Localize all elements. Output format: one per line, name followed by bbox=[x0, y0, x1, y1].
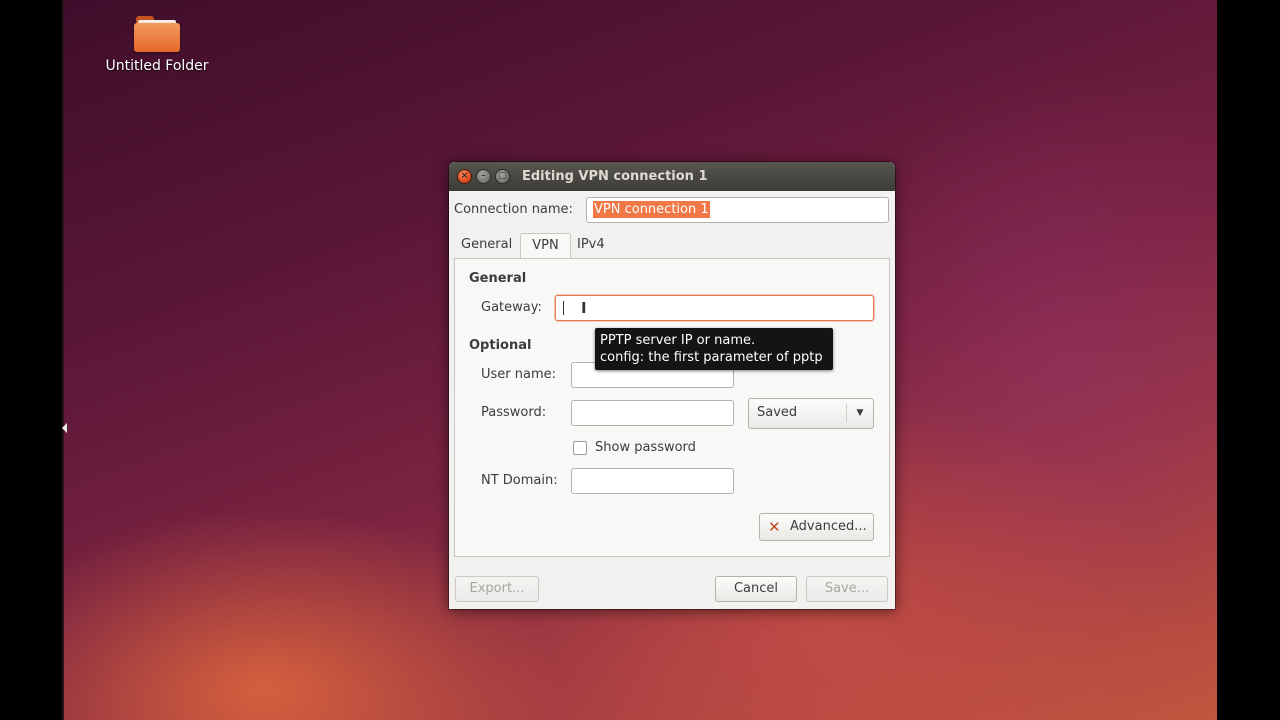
ibeam-cursor-icon: I bbox=[581, 299, 587, 317]
general-section-heading: General bbox=[469, 271, 527, 286]
maximize-icon: □ bbox=[498, 171, 507, 181]
save-button[interactable]: Save... bbox=[806, 576, 888, 602]
show-password-checkbox[interactable] bbox=[573, 441, 587, 455]
tooltip-line-1: PPTP server IP or name. bbox=[600, 333, 756, 348]
export-button[interactable]: Export... bbox=[455, 576, 539, 602]
password-label: Password: bbox=[481, 405, 547, 420]
password-input[interactable] bbox=[571, 400, 734, 426]
connection-name-input[interactable]: VPN connection 1 bbox=[586, 197, 889, 223]
window-title: Editing VPN connection 1 bbox=[522, 169, 708, 184]
connection-name-value: VPN connection 1 bbox=[593, 201, 710, 218]
dropdown-arrow-icon: ▼ bbox=[846, 404, 873, 422]
vpn-editor-window: × – □ Editing VPN connection 1 Connectio… bbox=[449, 162, 895, 609]
launcher-edge bbox=[62, 0, 64, 720]
password-storage-select[interactable]: Saved ▼ bbox=[748, 398, 874, 429]
gateway-label: Gateway: bbox=[481, 300, 542, 315]
window-titlebar[interactable]: × – □ Editing VPN connection 1 bbox=[449, 162, 895, 191]
close-icon: × bbox=[460, 171, 469, 181]
maximize-button[interactable]: □ bbox=[496, 170, 509, 183]
nt-domain-label: NT Domain: bbox=[481, 473, 558, 488]
close-button[interactable]: × bbox=[458, 170, 471, 183]
cancel-button[interactable]: Cancel bbox=[715, 576, 797, 602]
desktop-icon-untitled-folder[interactable]: Untitled Folder bbox=[104, 14, 210, 74]
minimize-button[interactable]: – bbox=[477, 170, 490, 183]
gateway-tooltip: PPTP server IP or name. config: the firs… bbox=[595, 328, 833, 370]
launcher-reveal-arrow-icon bbox=[62, 423, 67, 433]
nt-domain-input[interactable] bbox=[571, 468, 734, 494]
desktop-icon-label: Untitled Folder bbox=[105, 58, 209, 74]
tooltip-line-2: config: the first parameter of pptp bbox=[600, 350, 823, 365]
gateway-input[interactable] bbox=[555, 295, 874, 321]
advanced-button-label: Advanced... bbox=[790, 519, 867, 534]
minimize-icon: – bbox=[481, 171, 486, 181]
folder-icon bbox=[134, 14, 180, 52]
text-caret bbox=[563, 301, 564, 315]
tab-vpn[interactable]: VPN bbox=[520, 233, 571, 260]
advanced-button[interactable]: ✕ Advanced... bbox=[759, 513, 874, 541]
tab-general[interactable]: General bbox=[455, 233, 518, 259]
optional-section-heading: Optional bbox=[469, 338, 532, 353]
username-label: User name: bbox=[481, 367, 557, 382]
show-password-label[interactable]: Show password bbox=[595, 440, 696, 455]
connection-name-label: Connection name: bbox=[454, 202, 573, 217]
password-storage-value: Saved bbox=[757, 405, 798, 420]
tools-icon: ✕ bbox=[768, 518, 781, 536]
tab-ipv4-settings[interactable]: IPv4 Settings bbox=[571, 233, 636, 276]
